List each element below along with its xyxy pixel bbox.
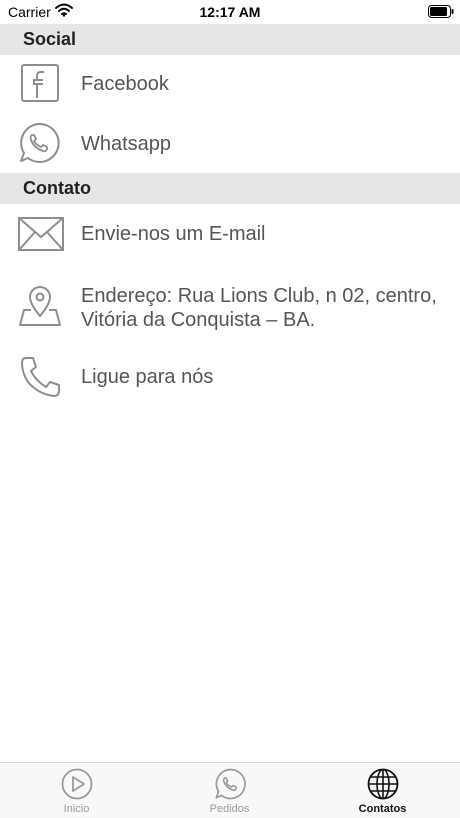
tab-label: Contatos [358, 803, 407, 815]
contact-item-phone[interactable]: Ligue para nós [0, 344, 460, 408]
section-header-social: Social [0, 24, 460, 55]
contact-item-address[interactable]: Endereço: Rua Lions Club, n 02, centro, … [0, 264, 460, 344]
battery-icon [428, 5, 454, 23]
facebook-icon [21, 64, 59, 107]
tab-contatos[interactable]: Contatos [306, 763, 459, 818]
clock: 12:17 AM [199, 4, 261, 20]
tab-label: Inicio [63, 803, 90, 815]
play-icon [61, 768, 93, 805]
contact-item-label: Ligue para nós [81, 366, 214, 388]
tab-inicio[interactable]: Inicio [0, 763, 153, 818]
section-title: Contato [23, 178, 91, 198]
phone-icon [20, 356, 62, 403]
whatsapp-icon [214, 768, 246, 805]
contact-item-label: Envie-nos um E-mail [81, 223, 266, 245]
contact-item-label-line2: Vitória da Conquista – BA. [81, 309, 316, 331]
tab-pedidos[interactable]: Pedidos [153, 763, 306, 818]
contact-item-whatsapp[interactable]: Whatsapp [0, 115, 460, 175]
whatsapp-icon [18, 122, 60, 169]
contact-item-label: Endereço: Rua Lions Club, n 02, centro, [81, 285, 437, 307]
globe-icon [367, 768, 399, 805]
contact-item-email[interactable]: Envie-nos um E-mail [0, 204, 460, 264]
contact-item-facebook[interactable]: Facebook [0, 55, 460, 115]
section-title: Social [23, 29, 77, 49]
section-header-contato: Contato [0, 173, 460, 204]
tab-bar: Inicio Pedidos Contatos [0, 762, 460, 818]
envelope-icon [18, 217, 64, 256]
tab-label: Pedidos [209, 803, 250, 815]
status-bar: Carrier 12:17 AM [0, 0, 460, 24]
contact-item-label: Facebook [81, 73, 169, 95]
map-pin-icon [18, 283, 62, 332]
contact-item-label: Whatsapp [81, 133, 172, 155]
